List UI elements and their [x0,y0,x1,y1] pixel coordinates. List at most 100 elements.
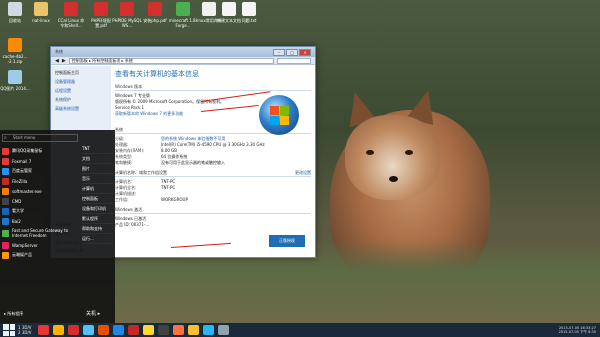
start-right-default-programs[interactable]: 默认程序 [82,214,113,224]
desktop-icon-label: CCal Linux 命令和Shell... [57,18,85,28]
back-icon[interactable]: ◀ [55,58,59,64]
taskbar-app-icon[interactable] [112,325,124,335]
section-computer-name: 计算机名称、域和工作组设置 更改设置 [115,170,311,177]
search-input[interactable] [277,57,311,64]
start-app-label: Fast and Secure Gateway to Internet Free… [12,228,69,238]
desktop-icon-label: nat-linux [32,18,50,23]
qq-icon [2,147,9,155]
section-computer-name-label: 计算机名称、域和工作组设置 [115,170,167,175]
start-right-help[interactable]: 帮助和支持 [82,224,113,234]
start-app-item[interactable]: Fast and Secure Gateway to Internet Free… [2,226,78,240]
upgrade-link[interactable]: 获取新版本的 Windows 7 的更多功能 [115,111,183,117]
desktop-icon-qq-image[interactable]: QQ图片 2014... [0,70,30,91]
start-right-computer[interactable]: 计算机 [82,184,113,194]
search-icon: ⌕ [4,135,7,141]
page-title: 查看有关计算机的基本信息 [115,70,199,78]
taskbar-folder-icon[interactable] [142,325,154,335]
desktop-icon-label: PHPIDE MySQL WS... [112,18,142,28]
start-app-item[interactable]: softmaster.exe [2,186,78,196]
taskbar-control-panel-icon[interactable] [217,325,229,335]
fullname-value: TNT-PC [161,185,176,190]
start-right-devices[interactable]: 设备和打印机 [82,204,113,214]
desktop-icon-text-doc[interactable]: 问题.txt [234,2,264,23]
taskbar-app-icon[interactable] [127,325,139,335]
start-app-item[interactable]: WampServer [2,240,78,250]
quick-label: 2 [18,330,21,335]
start-right-pictures[interactable]: 图片 [82,164,113,174]
section-activation: Windows 激活 [115,207,311,214]
sidebar-link-remote[interactable]: 远程设置 [55,88,107,94]
desktop-icon-zip[interactable]: cache-4b2... -2.1.zip [0,38,30,64]
window-titlebar[interactable]: 系统 – □ × [51,47,315,57]
start-right-documents[interactable]: 文档 [82,154,113,164]
start-app-label: WampServer [12,242,38,248]
start-right-column: TNT 文档 图片 音乐 计算机 控制面板 设备和打印机 默认程序 帮助和支持 … [82,144,113,244]
app-icon [2,217,9,225]
maximize-button[interactable]: □ [286,48,298,56]
start-search-input[interactable]: Start menu [2,134,78,142]
sidebar-link-protection[interactable]: 系统保护 [55,97,107,103]
start-button[interactable] [3,324,15,336]
start-app-item[interactable]: CMD [2,196,78,206]
start-right-control-panel[interactable]: 控制面板 [82,194,113,204]
desktop-icon-pdf[interactable]: CCal Linux 命令和Shell... [56,2,86,28]
taskbar: 1 3D/V 2 3D/V 2015-07-05 16:33:27 2015-0… [0,323,600,337]
taskbar-cmd-icon[interactable] [157,325,169,335]
minimize-button[interactable]: – [273,48,285,56]
taskbar-app-icon[interactable] [97,325,109,335]
shutdown-button[interactable]: 关机 ▸ [86,310,100,317]
start-menu: Start menu ⌕ 腾讯QQ采集鼠标 Foxmail 7 百度云管家 Fi… [0,130,115,323]
change-settings-link[interactable]: 更改设置 [295,170,311,176]
start-app-item[interactable]: Foxmail 7 [2,156,78,166]
close-button[interactable]: × [299,48,311,56]
fox-face [345,115,440,200]
cmd-icon [2,197,9,205]
taskbar-chrome-icon[interactable] [52,325,64,335]
baidu-cloud-icon [2,167,9,175]
start-app-label: FileZilla [12,178,28,184]
sidebar-home-link[interactable]: 控制面板主页 [55,70,107,76]
start-app-item[interactable]: 看大学 [2,206,78,216]
window-main: 查看有关计算机的基本信息 Windows 版本 Windows 7 专业版 版权… [115,69,311,255]
start-app-label: softmaster.exe [12,188,42,194]
sidebar-link-advanced[interactable]: 高级系统设置 [55,106,107,112]
all-programs-button[interactable]: ▸ 所有程序 [4,311,23,317]
desktop-icon-pdf[interactable]: 安装php.pdf [140,2,170,23]
start-app-item[interactable]: 腾讯QQ采集鼠标 [2,146,78,156]
genuine-badge[interactable]: 正版授权 [269,235,305,247]
clock-date: 2015-07-05 下午 8:30 [558,330,596,334]
start-right-music[interactable]: 音乐 [82,174,113,184]
start-app-item[interactable]: Bai2 [2,216,78,226]
all-programs-label: 所有程序 [7,311,24,316]
desktop-icon-label: 问题.txt [241,18,257,23]
pen-value: 没有可用于此显示器的笔或触控输入 [161,160,225,165]
chevron-right-icon: ▸ [97,311,101,317]
forward-icon[interactable]: ▶ [62,58,66,64]
desktop-icon-label: 回收站 [9,18,21,23]
desktop-icon-pdf[interactable]: PHPIDE MySQL WS... [112,2,142,28]
desktop-icon-label: PHP环境配置.pdf [91,18,111,28]
taskbar-app-icon[interactable] [37,325,49,335]
taskbar-app-icon[interactable] [82,325,94,335]
taskbar-app-icon[interactable] [202,325,214,335]
pen-label: 笔和触摸: [115,160,133,165]
start-app-item[interactable]: FileZilla [2,176,78,186]
start-app-list: 腾讯QQ采集鼠标 Foxmail 7 百度云管家 FileZilla softm… [2,146,78,260]
fox-eye-right [405,150,413,155]
start-app-label: 看大学 [12,208,24,213]
foxmail-icon [2,157,9,165]
start-app-item[interactable]: 云端娱产品 [2,250,78,260]
start-right-user[interactable]: TNT [82,144,113,154]
sidebar-link-device-manager[interactable]: 设备管理器 [55,79,107,85]
address-bar[interactable]: 控制面板 ▸ 所有控制面板项 ▸ 系统 [68,57,274,64]
start-app-item[interactable]: 百度云管家 [2,166,78,176]
start-right-run[interactable]: 运行... [82,234,113,244]
start-app-label: 云端娱产品 [12,252,32,257]
start-app-label: Foxmail 7 [12,158,32,164]
taskbar-app-icon[interactable] [172,325,184,335]
app-icon [2,251,9,259]
system-tray-clock[interactable]: 2015-07-05 16:33:27 2015-07-05 下午 8:30 [559,326,600,334]
taskbar-app-icon[interactable] [67,325,79,335]
desktop-icon-nat-linux[interactable]: nat-linux [26,2,56,23]
taskbar-explorer-icon[interactable] [187,325,199,335]
